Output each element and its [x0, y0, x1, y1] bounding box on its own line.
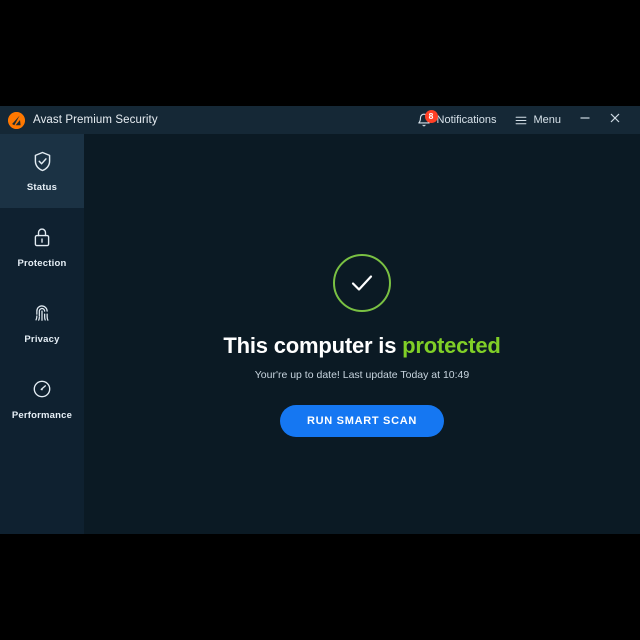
sidebar-navigation: Status Protection Privacy Performance — [0, 134, 84, 534]
main-content-status-panel: This computer is protected Your're up to… — [84, 134, 640, 534]
shield-check-icon — [30, 149, 54, 173]
green-check-circle-icon — [333, 254, 391, 312]
notifications-button[interactable]: 8 Notifications — [408, 106, 506, 134]
headline-prefix: This computer is — [223, 333, 403, 358]
sidebar-item-protection[interactable]: Protection — [0, 210, 84, 284]
notifications-label: Notifications — [436, 114, 497, 126]
lock-icon — [30, 225, 54, 249]
run-smart-scan-button[interactable]: RUN SMART SCAN — [279, 405, 445, 438]
fingerprint-icon — [30, 301, 54, 325]
sidebar-item-performance[interactable]: Performance — [0, 362, 84, 436]
sidebar-item-label-privacy: Privacy — [24, 334, 60, 345]
app-brand: Avast Premium Security — [8, 111, 158, 129]
sidebar-item-label-protection: Protection — [17, 258, 67, 269]
close-button[interactable] — [600, 106, 630, 134]
notifications-badge: 8 — [424, 109, 438, 123]
minimize-button[interactable] — [570, 106, 600, 134]
minimize-icon — [579, 111, 591, 129]
sidebar-item-status[interactable]: Status — [0, 134, 84, 208]
app-title: Avast Premium Security — [33, 114, 158, 126]
menu-label: Menu — [533, 114, 561, 126]
title-bar: Avast Premium Security 8 Notifications M… — [0, 106, 640, 134]
page-title: This computer is protected — [223, 333, 501, 358]
status-subtext: Your're up to date! Last update Today at… — [254, 369, 470, 382]
hamburger-menu-icon — [514, 114, 528, 127]
bell-icon: 8 — [417, 109, 438, 128]
avast-application-window: Avast Premium Security 8 Notifications M… — [0, 106, 640, 534]
sidebar-item-privacy[interactable]: Privacy — [0, 286, 84, 360]
titlebar-controls: 8 Notifications Menu — [408, 106, 630, 134]
avast-logo-icon — [8, 111, 25, 129]
screen-root: Avast Premium Security 8 Notifications M… — [0, 0, 640, 640]
close-icon — [609, 111, 621, 129]
menu-button[interactable]: Menu — [505, 106, 570, 134]
sidebar-item-label-performance: Performance — [11, 410, 73, 421]
gauge-icon — [30, 377, 54, 401]
sidebar-item-label-status: Status — [26, 182, 58, 193]
headline-accent: protected — [402, 333, 501, 358]
